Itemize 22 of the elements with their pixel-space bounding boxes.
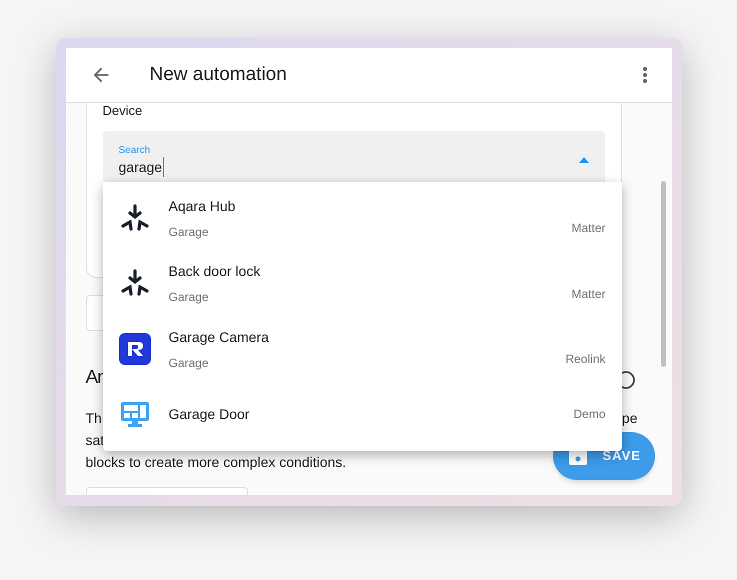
description-text: pe (622, 408, 638, 428)
device-option[interactable]: Garage Camera Garage Reolink (102, 316, 622, 382)
device-option[interactable]: Aqara Hub Garage Matter (102, 186, 622, 252)
device-option[interactable]: Back door lock Garage Matter (102, 251, 622, 316)
integration-name: Matter (571, 220, 606, 238)
search-label: Search (118, 144, 152, 156)
integration-name: Matter (571, 286, 606, 302)
description-text: blocks to create more complex conditions. (86, 452, 346, 472)
device-name: Garage Camera (168, 328, 270, 347)
area-name: Garage (168, 224, 210, 242)
area-name: Garage (168, 289, 210, 306)
device-label: Device (102, 102, 144, 120)
device-name: Back door lock (168, 262, 262, 282)
area-name: Garage (168, 354, 210, 372)
device-name: Aqara Hub (168, 197, 236, 216)
integration-name: Demo (573, 406, 606, 424)
description-text: Th (86, 408, 102, 428)
search-value: garage (118, 156, 164, 176)
integration-name: Reolink (565, 350, 606, 368)
description-text: sat (86, 430, 104, 450)
device-name: Garage Door (168, 404, 250, 424)
page-title: New automation (150, 62, 287, 87)
